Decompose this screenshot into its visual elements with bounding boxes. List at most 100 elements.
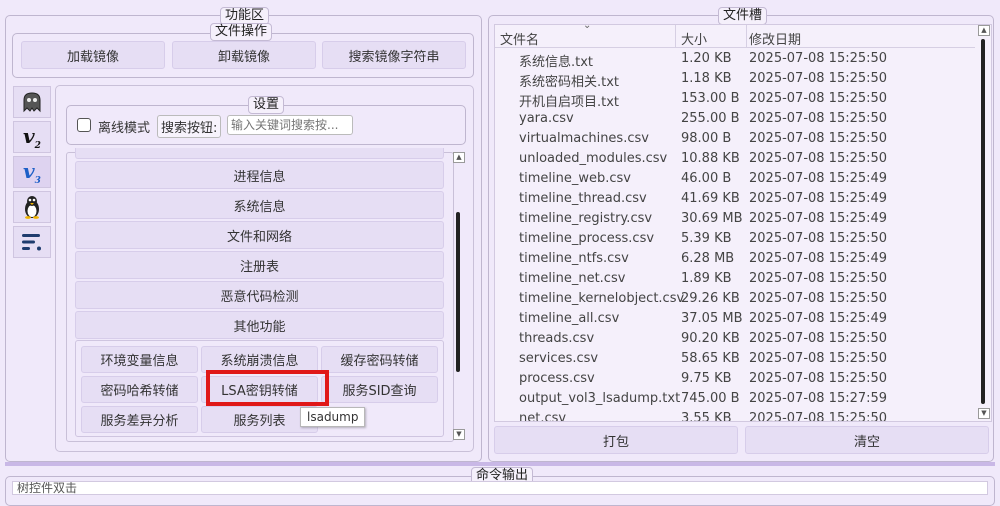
file-name-cell: net.csv xyxy=(519,411,567,422)
file-ops-title: 文件操作 xyxy=(210,23,273,41)
file-name-cell: unloaded_modules.csv xyxy=(519,151,668,166)
file-modified-cell: 2025-07-08 15:25:49 xyxy=(749,311,888,326)
ghost-icon xyxy=(23,92,41,113)
file-modified-cell: 2025-07-08 15:25:50 xyxy=(749,131,888,146)
cached-password-dump-button[interactable]: 缓存密码转储 xyxy=(321,346,438,373)
file-row[interactable]: 系统密码相关.txt 1.18 KB 2025-07-08 15:25:50 xyxy=(495,69,975,90)
file-row[interactable]: 系统信息.txt 1.20 KB 2025-07-08 15:25:50 xyxy=(495,49,975,70)
file-size-cell: 9.75 KB xyxy=(681,371,732,386)
file-size-cell: 745.00 B xyxy=(681,391,740,406)
file-modified-cell: 2025-07-08 15:25:49 xyxy=(749,251,888,266)
category-other-functions[interactable]: 其他功能 xyxy=(75,311,444,339)
service-sid-query-button[interactable]: 服务SID查询 xyxy=(321,376,438,403)
offline-mode-checkbox[interactable] xyxy=(77,118,91,132)
category-process-info[interactable]: 进程信息 xyxy=(75,161,444,189)
file-row[interactable]: threads.csv 90.20 KB 2025-07-08 15:25:50 xyxy=(495,329,975,349)
file-name-cell: 开机自启项目.txt xyxy=(519,95,620,110)
tab-ghost[interactable] xyxy=(13,86,51,118)
v2-icon: v2 xyxy=(23,123,41,151)
file-row[interactable]: timeline_registry.csv 30.69 MB 2025-07-08 … xyxy=(495,209,975,229)
clear-button[interactable]: 清空 xyxy=(745,426,989,454)
file-row[interactable]: timeline_process.csv 5.39 KB 2025-07-08 15… xyxy=(495,229,975,249)
file-row[interactable]: timeline_ntfs.csv 6.28 MB 2025-07-08 15:25… xyxy=(495,249,975,269)
file-name-cell: timeline_ntfs.csv xyxy=(519,251,629,266)
file-row[interactable]: timeline_net.csv 1.89 KB 2025-07-08 15:25:… xyxy=(495,269,975,289)
column-header-name[interactable]: 文件名 xyxy=(500,25,676,48)
file-row[interactable]: timeline_all.csv 37.05 MB 2025-07-08 15:25… xyxy=(495,309,975,329)
search-button-input[interactable] xyxy=(227,115,353,135)
file-size-cell: 41.69 KB xyxy=(681,191,740,206)
file-modified-cell: 2025-07-08 15:25:49 xyxy=(749,191,888,206)
tooltip: lsadump xyxy=(300,407,366,427)
file-name-cell: timeline_process.csv xyxy=(519,231,655,246)
file-row[interactable]: timeline_kernelobject.csv 29.26 KB 2025-07… xyxy=(495,289,975,309)
file-modified-cell: 2025-07-08 15:27:59 xyxy=(749,391,888,406)
file-row[interactable]: 开机自启项目.txt 153.00 B 2025-07-08 15:25:50 xyxy=(495,89,975,110)
crash-info-button[interactable]: 系统崩溃信息 xyxy=(201,346,318,373)
file-name-cell: timeline_registry.csv xyxy=(519,211,653,226)
tab-list[interactable] xyxy=(13,226,51,258)
file-modified-cell: 2025-07-08 15:25:50 xyxy=(749,231,888,246)
file-size-cell: 58.65 KB xyxy=(681,351,740,366)
file-modified-cell: 2025-07-08 15:25:50 xyxy=(749,151,888,166)
file-modified-cell: 2025-07-08 15:25:50 xyxy=(749,351,888,366)
file-scroll-up-button[interactable]: ▲ xyxy=(978,25,990,36)
file-name-cell: timeline_web.csv xyxy=(519,171,631,186)
file-modified-cell: 2025-07-08 15:25:50 xyxy=(749,111,888,126)
file-name-cell: yara.csv xyxy=(519,111,574,126)
file-size-cell: 1.20 KB xyxy=(681,51,732,66)
search-image-strings-button[interactable]: 搜索镜像字符串 xyxy=(322,41,466,69)
panel-splitter[interactable] xyxy=(5,462,995,466)
file-size-cell: 1.89 KB xyxy=(681,271,732,286)
tab-v2[interactable]: v2 xyxy=(13,121,51,153)
linux-penguin-icon xyxy=(25,196,39,219)
unload-image-button[interactable]: 卸载镜像 xyxy=(172,41,316,69)
file-name-cell: virtualmachines.csv xyxy=(519,131,649,146)
env-vars-button[interactable]: 环境变量信息 xyxy=(81,346,198,373)
file-row[interactable]: process.csv 9.75 KB 2025-07-08 15:25:50 xyxy=(495,369,975,389)
scroll-down-button[interactable]: ▼ xyxy=(453,429,465,440)
file-row[interactable]: output_vol3_lsadump.txt 745.00 B 2025-07-0… xyxy=(495,389,975,409)
file-size-cell: 90.20 KB xyxy=(681,331,740,346)
column-header-modified[interactable]: 修改日期 xyxy=(749,25,801,48)
password-hash-dump-button[interactable]: 密码哈希转储 xyxy=(81,376,198,403)
file-size-cell: 153.00 B xyxy=(681,91,740,106)
file-name-cell: timeline_net.csv xyxy=(519,271,626,286)
scroll-thumb[interactable] xyxy=(456,212,460,372)
category-malware-detection[interactable]: 恶意代码检测 xyxy=(75,281,444,309)
service-diff-button[interactable]: 服务差异分析 xyxy=(81,406,198,433)
file-row[interactable]: services.csv 58.65 KB 2025-07-08 15:25:50 xyxy=(495,349,975,369)
load-image-button[interactable]: 加载镜像 xyxy=(21,41,165,69)
category-partial-top xyxy=(75,148,444,159)
file-row[interactable]: yara.csv 255.00 B 2025-07-08 15:25:50 xyxy=(495,109,975,129)
file-row[interactable]: timeline_web.csv 46.00 B 2025-07-08 15:25:… xyxy=(495,169,975,189)
category-system-info[interactable]: 系统信息 xyxy=(75,191,444,219)
highlight-box xyxy=(206,370,329,406)
file-modified-cell: 2025-07-08 15:25:49 xyxy=(749,211,888,226)
file-size-cell: 5.39 KB xyxy=(681,231,732,246)
tab-v3[interactable]: v3 xyxy=(13,156,51,188)
file-scroll-thumb[interactable] xyxy=(981,39,985,404)
category-files-network[interactable]: 文件和网络 xyxy=(75,221,444,249)
file-row[interactable]: unloaded_modules.csv 10.88 KB 2025-07-08 1… xyxy=(495,149,975,169)
file-modified-cell: 2025-07-08 15:25:50 xyxy=(749,411,888,422)
file-name-cell: process.csv xyxy=(519,371,595,386)
file-name-cell: output_vol3_lsadump.txt xyxy=(519,391,681,406)
file-row[interactable]: timeline_thread.csv 41.69 KB 2025-07-08 15… xyxy=(495,189,975,209)
file-modified-cell: 2025-07-08 15:25:50 xyxy=(749,71,888,86)
pack-button[interactable]: 打包 xyxy=(494,426,738,454)
category-registry[interactable]: 注册表 xyxy=(75,251,444,279)
file-name-cell: timeline_thread.csv xyxy=(519,191,647,206)
column-header-size[interactable]: 大小 xyxy=(681,25,747,48)
file-size-cell: 10.88 KB xyxy=(681,151,740,166)
file-name-cell: 系统密码相关.txt xyxy=(519,75,620,90)
tab-linux[interactable] xyxy=(13,191,51,223)
file-row[interactable]: virtualmachines.csv 98.00 B 2025-07-08 15:… xyxy=(495,129,975,149)
file-table-scrollbar[interactable]: ▲ ▼ xyxy=(978,25,991,421)
file-row[interactable]: net.csv 3.55 KB 2025-07-08 15:25:50 xyxy=(495,409,975,422)
file-scroll-down-button[interactable]: ▼ xyxy=(978,408,990,419)
file-modified-cell: 2025-07-08 15:25:50 xyxy=(749,371,888,386)
scroll-up-button[interactable]: ▲ xyxy=(453,152,465,163)
categories-scrollbar[interactable]: ▲ ▼ xyxy=(453,152,467,442)
file-modified-cell: 2025-07-08 15:25:49 xyxy=(749,171,888,186)
